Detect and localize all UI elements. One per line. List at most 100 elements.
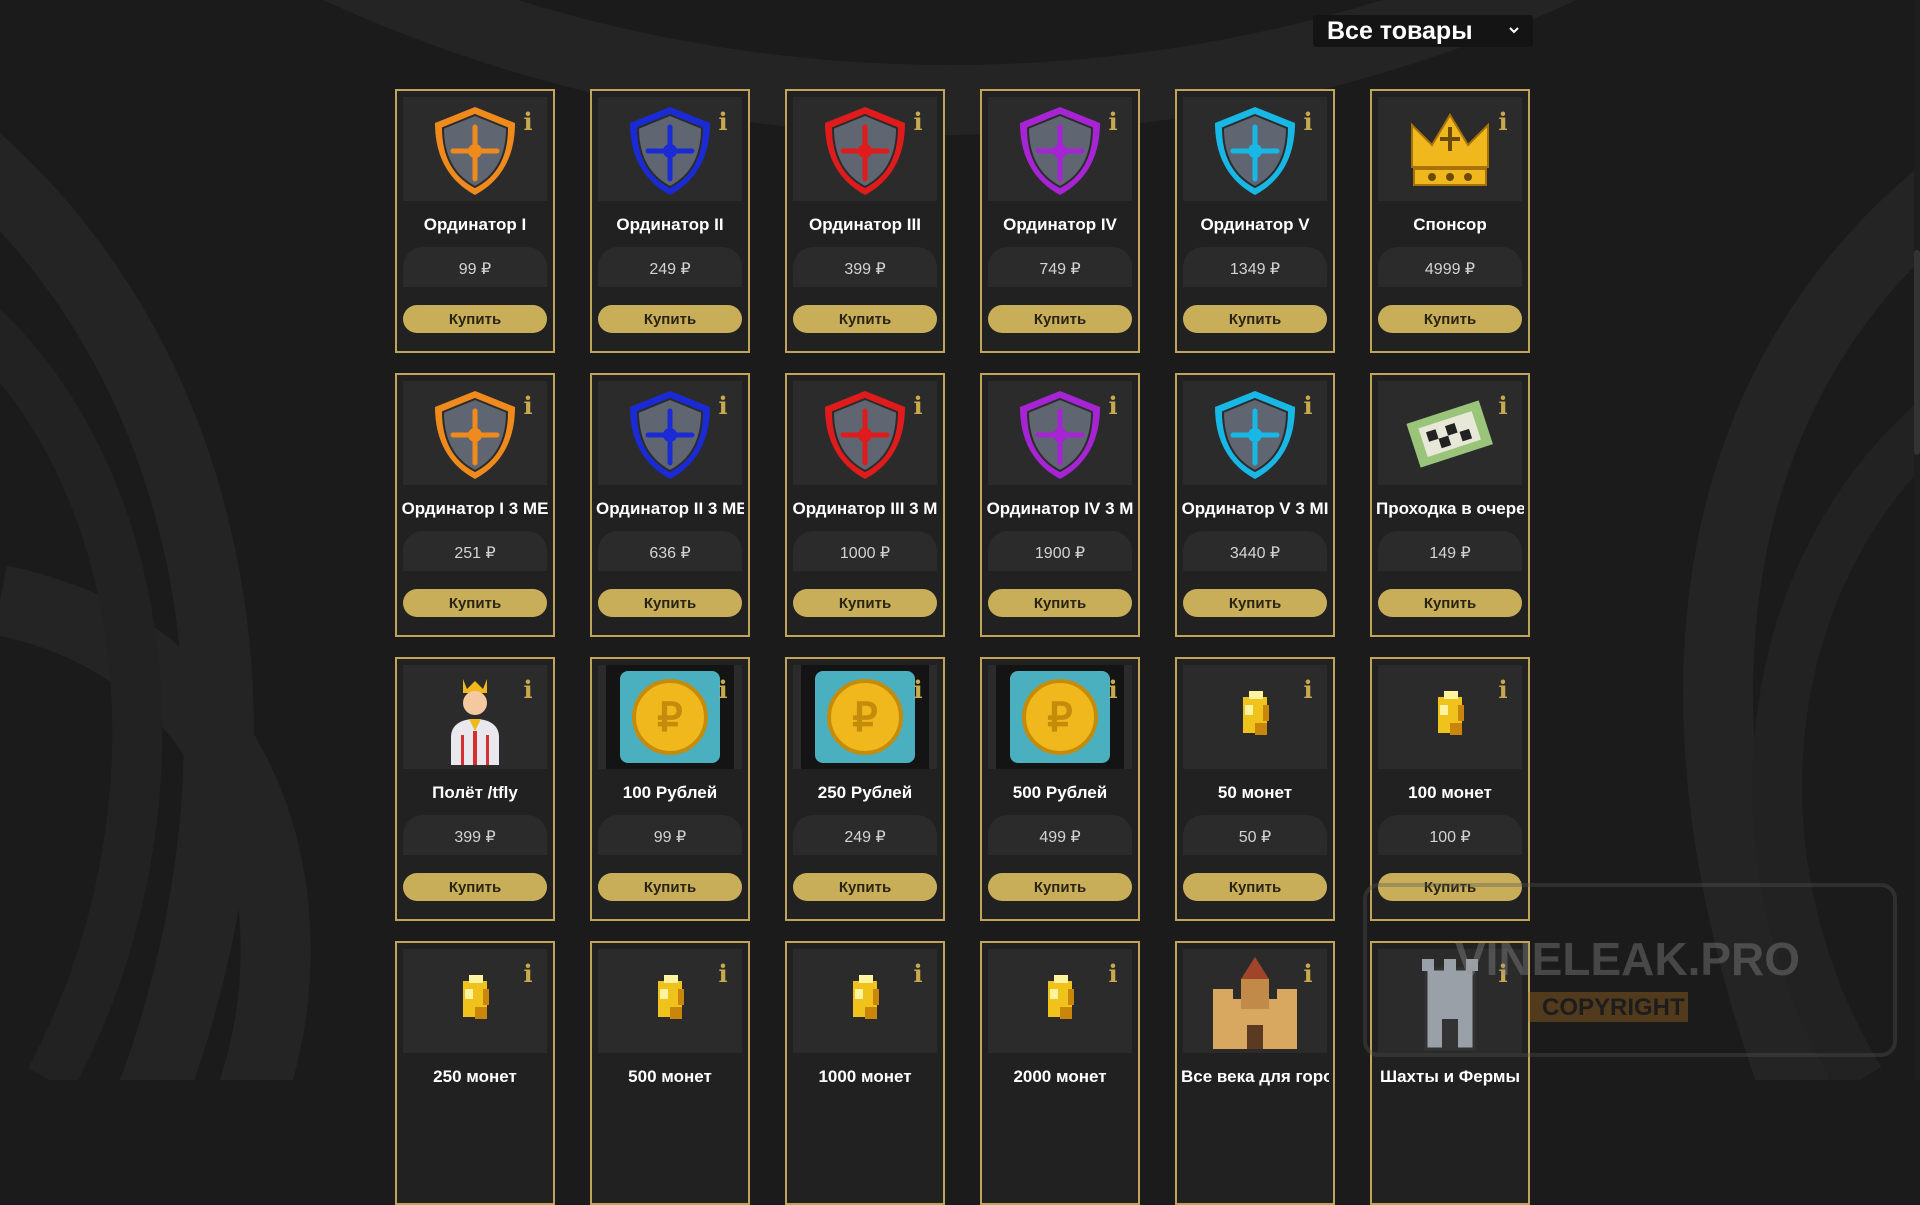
info-icon[interactable]: i <box>1303 677 1313 703</box>
product-name: Ординатор II 3 ME <box>596 499 744 518</box>
info-icon[interactable]: i <box>1108 961 1118 987</box>
price-panel: 249 ₽ <box>598 247 742 287</box>
buy-button[interactable]: Купить <box>403 589 547 617</box>
buy-button[interactable]: Купить <box>403 873 547 901</box>
product-card[interactable]: i Ординатор V 1349 ₽ Купить <box>1175 89 1335 353</box>
product-price: 399 ₽ <box>844 261 886 278</box>
price-panel: 50 ₽ <box>1183 815 1327 855</box>
product-price: 249 ₽ <box>649 261 691 278</box>
info-icon[interactable]: i <box>1108 109 1118 135</box>
svg-text:₽: ₽ <box>657 696 682 740</box>
info-icon[interactable]: i <box>1303 961 1313 987</box>
price-panel: 4999 ₽ <box>1378 247 1522 287</box>
product-name: 250 Рублей <box>817 783 913 802</box>
info-icon[interactable]: i <box>913 961 923 987</box>
product-card[interactable]: i Ординатор III 3 M 1000 ₽ Купить <box>785 373 945 637</box>
product-card[interactable]: i Ординатор I 3 ME 251 ₽ Купить <box>395 373 555 637</box>
info-icon[interactable]: i <box>1108 393 1118 419</box>
product-card[interactable]: i Ординатор II 3 ME 636 ₽ Купить <box>590 373 750 637</box>
price-panel: 1349 ₽ <box>1183 247 1327 287</box>
product-price: 99 ₽ <box>458 261 492 278</box>
product-card[interactable]: i 1000 монет <box>785 941 945 1205</box>
buy-button[interactable]: Купить <box>403 305 547 333</box>
price-panel: 636 ₽ <box>598 531 742 571</box>
buy-button[interactable]: Купить <box>1183 305 1327 333</box>
product-card[interactable]: i Проходка в очере 149 ₽ Купить <box>1370 373 1530 637</box>
product-name: Все века для горо <box>1181 1067 1329 1086</box>
product-price: 251 ₽ <box>454 545 496 562</box>
info-icon[interactable]: i <box>1303 109 1313 135</box>
watermark-logo: VINELEAK.PRO COPYRIGHT <box>1363 883 1897 1057</box>
info-icon[interactable]: i <box>1108 677 1118 703</box>
scrollbar[interactable] <box>1914 0 1920 1080</box>
buy-button[interactable]: Купить <box>598 305 742 333</box>
product-card[interactable]: i 2000 монет <box>980 941 1140 1205</box>
product-card[interactable]: i Все века для горо <box>1175 941 1335 1205</box>
svg-text:COPYRIGHT: COPYRIGHT <box>1542 994 1685 1021</box>
product-name: Ординатор III 3 M <box>792 499 938 518</box>
product-card[interactable]: i 250 монет <box>395 941 555 1205</box>
buy-button[interactable]: Купить <box>988 589 1132 617</box>
info-icon[interactable]: i <box>718 109 728 135</box>
product-card[interactable]: ₽ i 500 Рублей 499 ₽ Купить <box>980 657 1140 921</box>
product-card[interactable]: i Спонсор 4999 ₽ Купить <box>1370 89 1530 353</box>
info-icon[interactable]: i <box>523 961 533 987</box>
product-price: 749 ₽ <box>1039 261 1081 278</box>
info-icon[interactable]: i <box>718 961 728 987</box>
buy-button[interactable]: Купить <box>598 873 742 901</box>
buy-button[interactable]: Купить <box>1378 305 1522 333</box>
buy-button[interactable]: Купить <box>1378 589 1522 617</box>
product-card[interactable]: i Ординатор V 3 MI 3440 ₽ Купить <box>1175 373 1335 637</box>
info-icon[interactable]: i <box>1498 109 1508 135</box>
product-card[interactable]: i Полёт /tfly 399 ₽ Купить <box>395 657 555 921</box>
buy-button[interactable]: Купить <box>1183 873 1327 901</box>
product-card[interactable]: ₽ i 100 Рублей 99 ₽ Купить <box>590 657 750 921</box>
product-card[interactable]: i 500 монет <box>590 941 750 1205</box>
info-icon[interactable]: i <box>523 677 533 703</box>
buy-button[interactable]: Купить <box>793 873 937 901</box>
info-icon[interactable]: i <box>1303 393 1313 419</box>
price-panel: 99 ₽ <box>598 815 742 855</box>
product-price: 100 ₽ <box>1429 829 1471 846</box>
price-panel: 149 ₽ <box>1378 531 1522 571</box>
info-icon[interactable]: i <box>1498 393 1508 419</box>
product-price: 149 ₽ <box>1429 545 1471 562</box>
info-icon[interactable]: i <box>913 677 923 703</box>
svg-text:₽: ₽ <box>1047 696 1072 740</box>
info-icon[interactable]: i <box>718 677 728 703</box>
product-name: 100 Рублей <box>622 783 718 802</box>
buy-button[interactable]: Купить <box>598 589 742 617</box>
product-name: 500 монет <box>628 1067 712 1086</box>
product-name: Шахты и Фермы <box>1380 1067 1520 1086</box>
product-card[interactable]: i Ординатор IV 3 M 1900 ₽ Купить <box>980 373 1140 637</box>
svg-text:₽: ₽ <box>852 696 877 740</box>
scrollbar-thumb[interactable] <box>1914 250 1920 455</box>
buy-button[interactable]: Купить <box>793 305 937 333</box>
info-icon[interactable]: i <box>913 109 923 135</box>
product-name: Ординатор I <box>423 215 527 234</box>
product-price: 249 ₽ <box>844 829 886 846</box>
product-card[interactable]: ₽ i 250 Рублей 249 ₽ Купить <box>785 657 945 921</box>
info-icon[interactable]: i <box>718 393 728 419</box>
price-panel: 1000 ₽ <box>793 531 937 571</box>
buy-button[interactable]: Купить <box>793 589 937 617</box>
info-icon[interactable]: i <box>523 109 533 135</box>
price-panel: 3440 ₽ <box>1183 531 1327 571</box>
product-name: Ординатор V 3 MI <box>1181 499 1329 518</box>
product-card[interactable]: i Ординатор IV 749 ₽ Купить <box>980 89 1140 353</box>
product-card[interactable]: i Ординатор III 399 ₽ Купить <box>785 89 945 353</box>
product-card[interactable]: i Ординатор I 99 ₽ Купить <box>395 89 555 353</box>
product-card[interactable]: i 50 монет 50 ₽ Купить <box>1175 657 1335 921</box>
buy-button[interactable]: Купить <box>988 305 1132 333</box>
info-icon[interactable]: i <box>523 393 533 419</box>
product-card[interactable]: i Ординатор II 249 ₽ Купить <box>590 89 750 353</box>
buy-button[interactable]: Купить <box>1183 589 1327 617</box>
product-price: 399 ₽ <box>454 829 496 846</box>
info-icon[interactable]: i <box>913 393 923 419</box>
product-name: 2000 монет <box>1013 1067 1107 1086</box>
product-name: 1000 монет <box>818 1067 912 1086</box>
product-name: Полёт /tfly <box>432 783 518 802</box>
product-price: 3440 ₽ <box>1229 545 1281 562</box>
info-icon[interactable]: i <box>1498 677 1508 703</box>
buy-button[interactable]: Купить <box>988 873 1132 901</box>
